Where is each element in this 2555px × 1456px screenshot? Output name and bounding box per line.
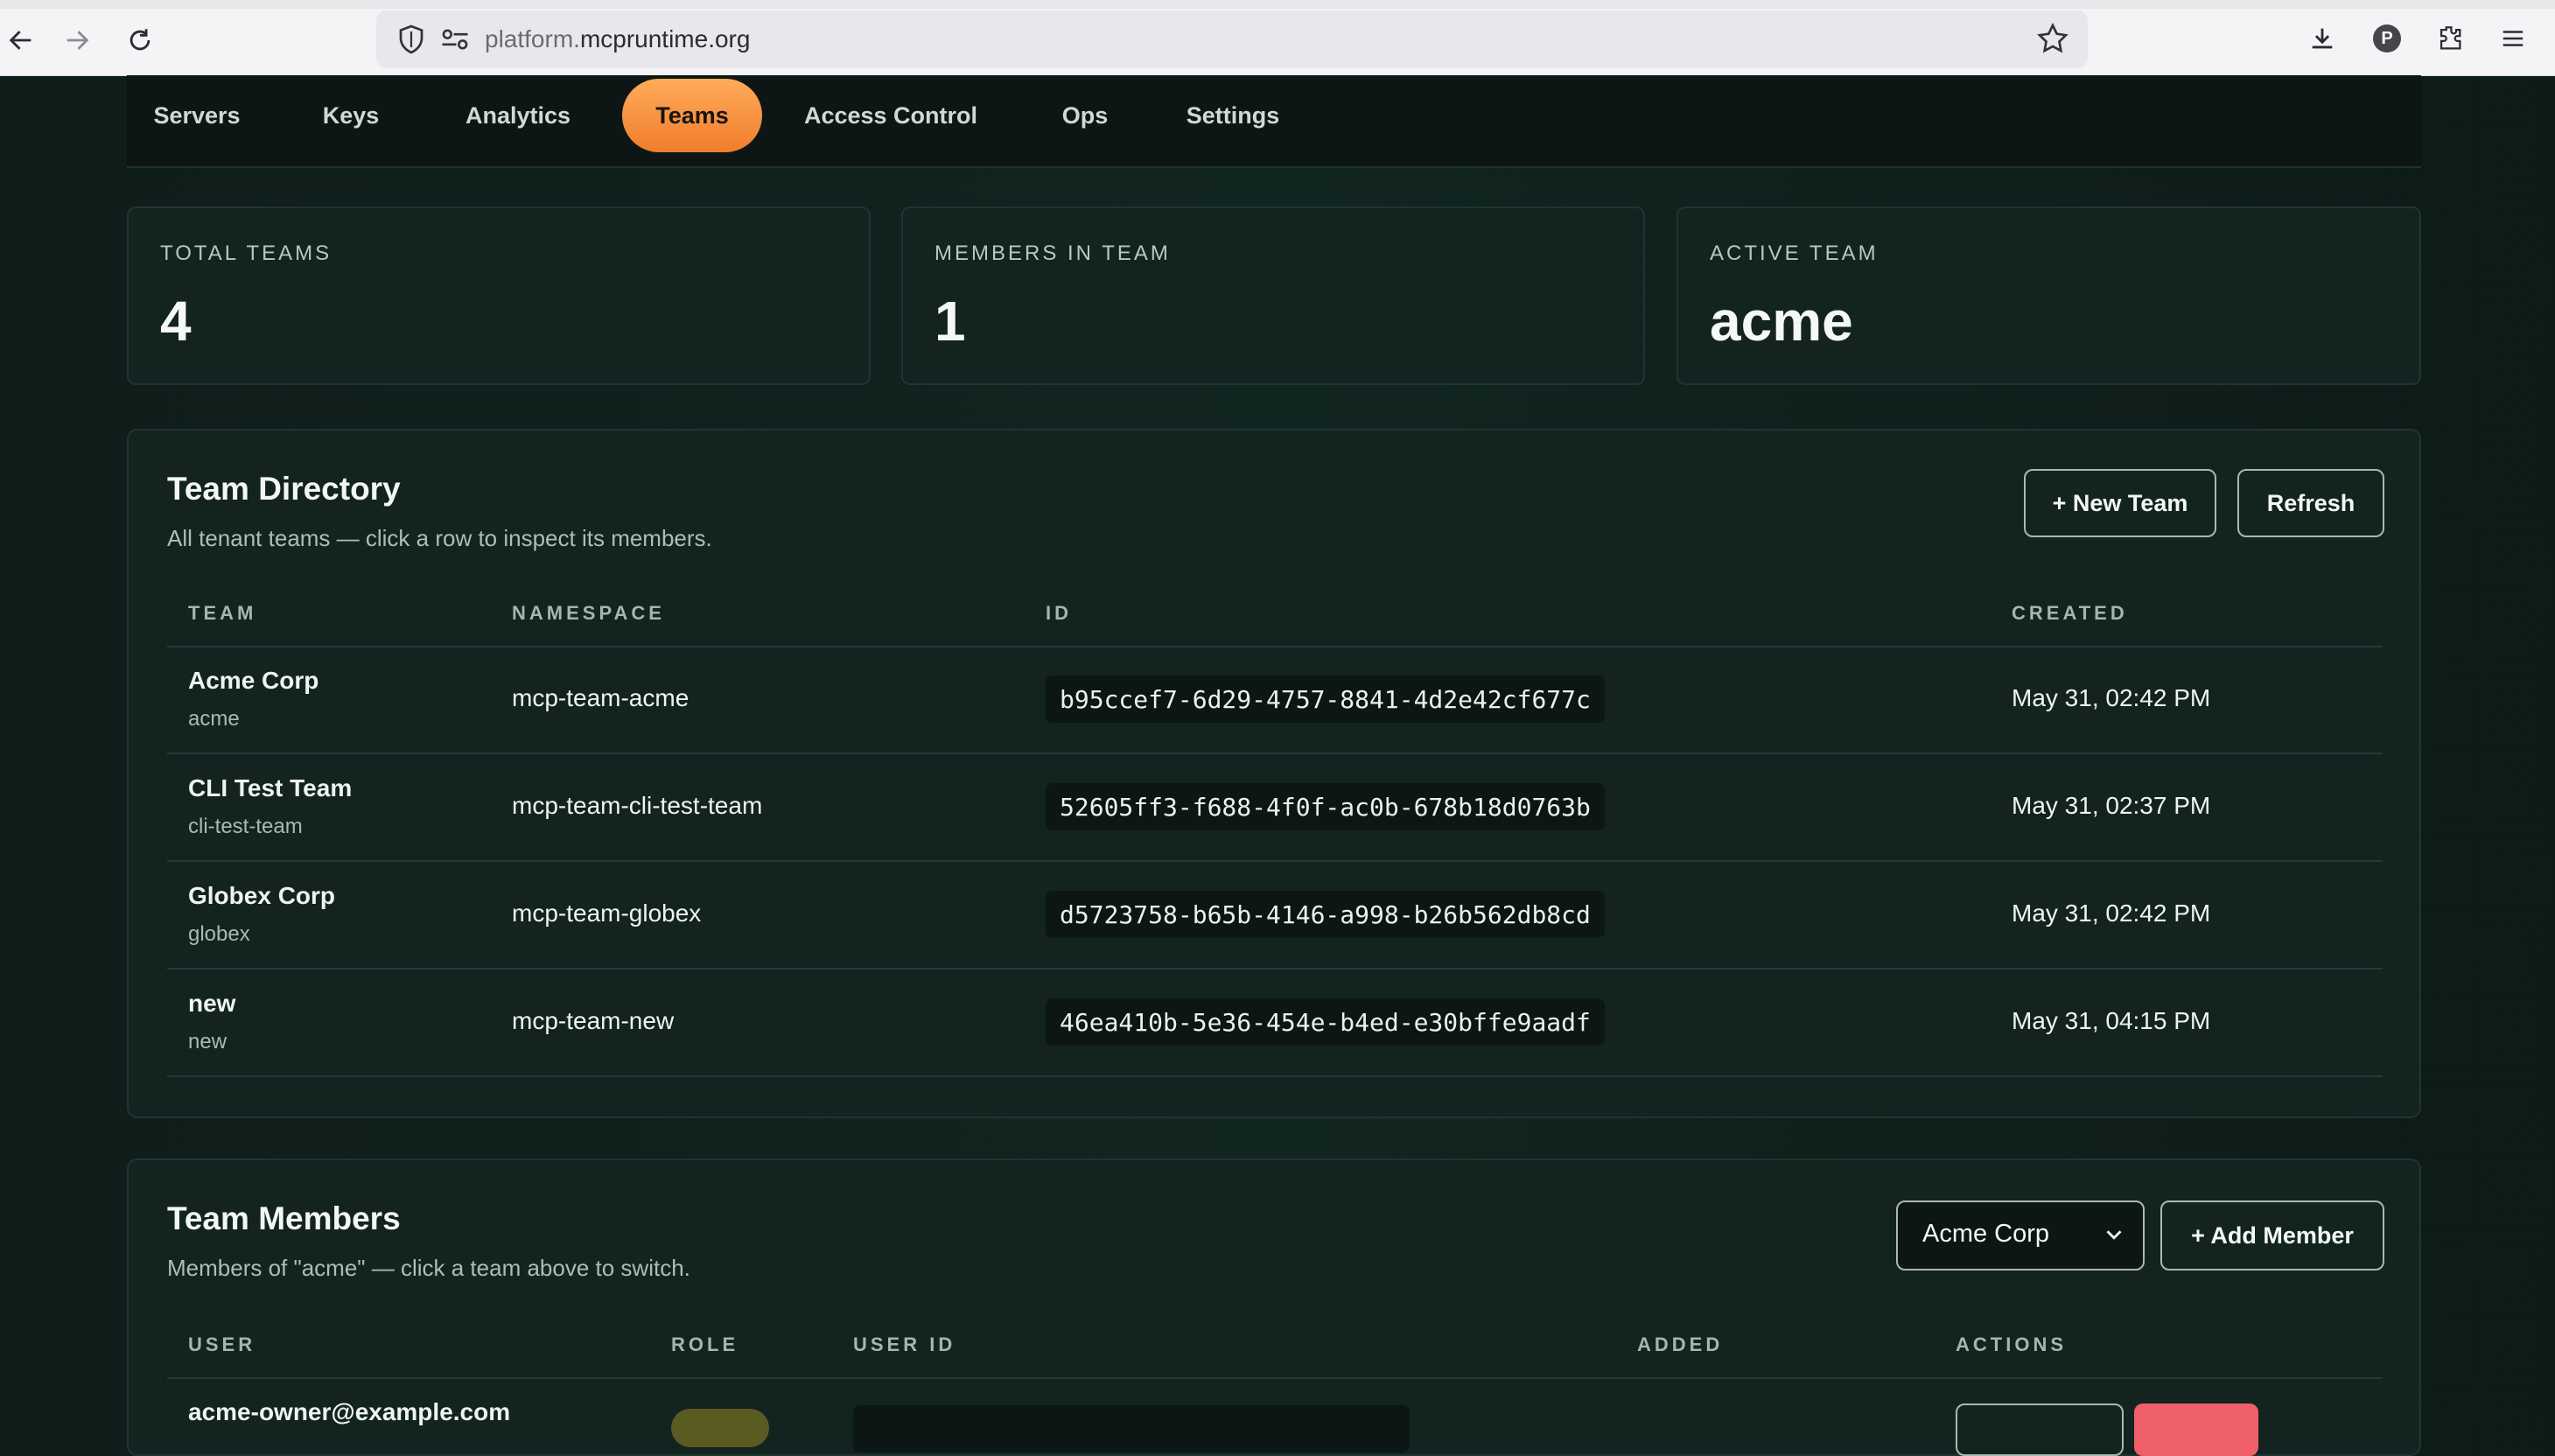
column-header-role: ROLE <box>671 1334 739 1355</box>
stat-card-members-in-team: MEMBERS IN TEAM 1 <box>901 206 1645 385</box>
tab-strip-edge <box>0 0 2555 9</box>
stat-label: TOTAL TEAMS <box>160 242 332 265</box>
team-id-chip: b95ccef7-6d29-4757-8841-4d2e42cf677c <box>1046 676 1605 723</box>
column-header-added: ADDED <box>1637 1334 1724 1355</box>
bookmark-star-icon[interactable] <box>2035 21 2070 56</box>
team-slug: globex <box>188 922 250 946</box>
team-created: May 31, 02:42 PM <box>2012 684 2211 711</box>
stat-value: 1 <box>934 290 966 353</box>
refresh-button[interactable]: Refresh <box>2237 469 2384 537</box>
remove-member-button[interactable] <box>2134 1404 2258 1456</box>
url-text[interactable]: platform.mcpruntime.org <box>485 23 750 56</box>
team-slug: new <box>188 1030 228 1054</box>
team-namespace: mcp-team-new <box>512 1007 675 1034</box>
team-directory-panel: Team Directory All tenant teams — click … <box>127 429 2421 1118</box>
menu-icon[interactable] <box>2494 19 2532 58</box>
row-divider <box>167 860 2383 862</box>
profile-initial: P <box>2373 24 2401 52</box>
column-header-actions: ACTIONS <box>1956 1334 2067 1355</box>
team-select-value: Acme Corp <box>1922 1220 2050 1248</box>
chevron-down-icon <box>2106 1230 2122 1240</box>
team-name: CLI Test Team <box>188 774 353 802</box>
team-slug: cli-test-team <box>188 815 303 838</box>
team-members-panel: Team Members Members of "acme" — click a… <box>127 1158 2421 1456</box>
new-team-button[interactable]: + New Team <box>2024 469 2216 537</box>
stat-label: ACTIVE TEAM <box>1710 242 1879 265</box>
header-divider <box>167 1377 2383 1379</box>
extensions-icon[interactable] <box>2431 19 2469 58</box>
tab-keys[interactable]: Keys <box>309 79 393 152</box>
header-divider <box>167 646 2383 648</box>
team-namespace: mcp-team-globex <box>512 900 702 927</box>
column-header-team: TEAM <box>188 602 257 624</box>
team-id-chip: d5723758-b65b-4146-a998-b26b562db8cd <box>1046 891 1605 938</box>
team-id-chip: 52605ff3-f688-4f0f-ac0b-678b18d0763b <box>1046 783 1605 830</box>
row-divider <box>167 752 2383 754</box>
stat-card-active-team: ACTIVE TEAM acme <box>1676 206 2421 385</box>
team-id-chip: 46ea410b-5e36-454e-b4ed-e30bffe9aadf <box>1046 998 1605 1046</box>
reload-icon[interactable] <box>119 19 161 61</box>
tab-analytics[interactable]: Analytics <box>452 79 584 152</box>
team-select[interactable]: Acme Corp <box>1896 1200 2145 1270</box>
column-header-namespace: NAMESPACE <box>512 602 665 624</box>
stat-card-total-teams: TOTAL TEAMS 4 <box>127 206 871 385</box>
profile-avatar[interactable]: P <box>2368 19 2406 58</box>
stat-label: MEMBERS IN TEAM <box>934 242 1171 265</box>
team-name: Acme Corp <box>188 667 319 694</box>
role-badge <box>671 1409 769 1447</box>
column-header-user-id: USER ID <box>853 1334 956 1355</box>
user-id-chip <box>853 1405 1410 1452</box>
row-divider <box>167 1075 2383 1077</box>
forward-icon[interactable] <box>56 19 98 61</box>
add-member-button[interactable]: + Add Member <box>2160 1200 2384 1270</box>
tab-teams[interactable]: Teams <box>622 79 762 152</box>
site-settings-icon[interactable] <box>439 25 471 53</box>
panel-subtitle: All tenant teams — click a row to inspec… <box>167 525 712 551</box>
team-name: Globex Corp <box>188 882 336 909</box>
back-icon[interactable] <box>0 19 42 61</box>
panel-title: Team Directory <box>167 471 401 507</box>
stat-value: acme <box>1710 290 1853 353</box>
tab-servers[interactable]: Servers <box>139 79 255 152</box>
app-nav: Servers Keys Analytics Teams Access Cont… <box>127 75 2421 168</box>
team-created: May 31, 02:37 PM <box>2012 792 2211 819</box>
column-header-id: ID <box>1046 602 1072 624</box>
shield-icon[interactable] <box>396 24 427 55</box>
team-namespace: mcp-team-acme <box>512 684 690 711</box>
team-slug: acme <box>188 707 240 731</box>
panel-title: Team Members <box>167 1200 401 1236</box>
download-icon[interactable] <box>2303 19 2342 58</box>
team-name: new <box>188 990 236 1017</box>
row-divider <box>167 968 2383 970</box>
column-header-user: USER <box>188 1334 256 1355</box>
team-namespace: mcp-team-cli-test-team <box>512 792 763 819</box>
team-created: May 31, 04:15 PM <box>2012 1007 2211 1034</box>
member-user: acme-owner@example.com <box>188 1398 511 1425</box>
tab-settings[interactable]: Settings <box>1172 79 1294 152</box>
panel-subtitle: Members of "acme" — click a team above t… <box>167 1255 690 1281</box>
member-action-button[interactable] <box>1956 1404 2124 1456</box>
address-bar[interactable]: platform.mcpruntime.org <box>376 10 2088 68</box>
stat-value: 4 <box>160 290 192 353</box>
column-header-created: CREATED <box>2012 602 2128 624</box>
tab-access-control[interactable]: Access Control <box>797 79 984 152</box>
team-created: May 31, 02:42 PM <box>2012 900 2211 927</box>
browser-toolbar: platform.mcpruntime.org P <box>0 0 2555 76</box>
tab-ops[interactable]: Ops <box>1054 79 1116 152</box>
